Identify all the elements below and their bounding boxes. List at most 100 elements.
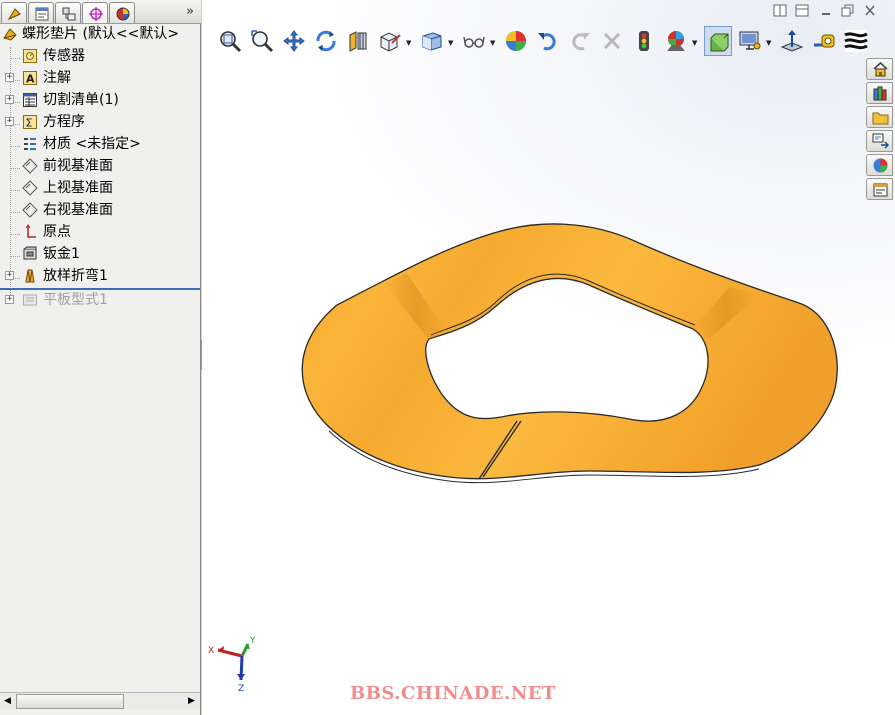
heads-up-view-toolbar: ▼ ▼ ▼ ▼ ▼	[216, 26, 876, 56]
view-orientation-button[interactable]	[376, 26, 404, 56]
panel-tab-bar: »	[0, 0, 201, 24]
display-style-button[interactable]	[418, 26, 446, 56]
tree-item-right-plane[interactable]: 右视基准面	[0, 199, 200, 221]
plane-icon	[22, 202, 38, 218]
measure-button[interactable]	[810, 26, 838, 56]
glasses-icon	[463, 36, 485, 48]
propertymanager-tab[interactable]	[28, 2, 54, 23]
pan-arrows-icon	[283, 30, 305, 52]
expand-toggle[interactable]: +	[5, 73, 14, 82]
tree-item-material[interactable]: 材质 <未指定>	[0, 133, 200, 155]
sheet-metal-icon	[23, 246, 37, 260]
tree-item-top-plane[interactable]: 上视基准面	[0, 177, 200, 199]
dropdown-arrow-icon[interactable]: ▼	[448, 39, 454, 47]
design-library-tab[interactable]	[866, 82, 893, 104]
configurationmanager-tab[interactable]	[55, 2, 81, 23]
expand-toggle[interactable]: +	[5, 117, 14, 126]
dropdown-arrow-icon[interactable]: ▼	[490, 39, 496, 47]
tree-horizontal-scrollbar[interactable]: ◀ ▶	[0, 692, 200, 709]
butterfly-washer-model[interactable]	[289, 215, 841, 487]
zoom-to-fit-button[interactable]	[216, 26, 244, 56]
appearances-tab[interactable]	[866, 154, 893, 176]
monitor-settings-icon	[739, 31, 761, 50]
expand-toggle[interactable]: +	[5, 295, 14, 304]
split-vertical-icon[interactable]	[794, 4, 810, 19]
section-view-button[interactable]	[344, 26, 372, 56]
zoom-to-area-button[interactable]	[248, 26, 276, 56]
svg-text:A: A	[26, 73, 35, 86]
scroll-thumb[interactable]	[16, 694, 124, 709]
tree-item-label: 方程序	[43, 114, 85, 130]
tree-item-label: 右视基准面	[43, 202, 113, 218]
redo-button[interactable]	[566, 26, 594, 56]
tree-item-sheet-metal[interactable]: 钣金1	[0, 243, 200, 265]
traffic-light-button[interactable]	[630, 26, 658, 56]
tree-item-flat-pattern[interactable]: + 平板型式1	[0, 287, 200, 309]
apply-scene-button[interactable]	[662, 26, 690, 56]
dropdown-arrow-icon[interactable]: ▼	[766, 39, 772, 47]
dropdown-arrow-icon[interactable]: ▼	[406, 39, 412, 47]
solidworks-resources-tab[interactable]	[866, 58, 893, 80]
part-icon	[3, 28, 17, 41]
tree-item-annotations[interactable]: + A 注解	[0, 67, 200, 89]
triad-z-label: Z	[238, 684, 244, 694]
rotate-icon	[316, 30, 336, 52]
cancel-button[interactable]	[598, 26, 626, 56]
view-palette-tab[interactable]	[866, 130, 893, 152]
split-horizontal-icon[interactable]	[772, 4, 788, 19]
zoom-area-icon	[251, 30, 274, 53]
document-window-controls	[772, 4, 892, 20]
tree-item-label: 钣金1	[43, 246, 80, 262]
redo-arrow-icon	[572, 33, 590, 51]
zoom-fit-icon	[220, 31, 242, 53]
appearance-icon	[873, 158, 888, 173]
washer-body	[301, 223, 838, 480]
rotate-view-button[interactable]	[312, 26, 340, 56]
zebra-stripes-button[interactable]	[842, 26, 870, 56]
expand-toggle[interactable]: +	[5, 271, 14, 280]
scroll-left-arrow[interactable]: ◀	[0, 694, 15, 709]
tree-item-equations[interactable]: + Σ 方程序	[0, 111, 200, 133]
view-orientation-icon	[380, 32, 401, 52]
dropdown-arrow-icon[interactable]: ▼	[692, 39, 698, 47]
expand-toggle[interactable]: +	[5, 95, 14, 104]
featuremanager-tab[interactable]	[1, 2, 27, 23]
dimxpert-tab[interactable]	[82, 2, 108, 23]
shadows-button[interactable]	[704, 26, 732, 56]
folder-icon	[872, 112, 889, 125]
feature-tree: 蝶形垫片 (默认<<默认> 传感器 + A 注解 + 切割清单(1) + Σ 方…	[0, 25, 200, 691]
tree-item-front-plane[interactable]: 前视基准面	[0, 155, 200, 177]
triad-x-label: X	[208, 646, 214, 656]
minimize-icon[interactable]	[818, 4, 834, 19]
tree-item-label: 材质 <未指定>	[43, 136, 141, 152]
more-tabs-button[interactable]: »	[182, 4, 198, 20]
tree-item-origin[interactable]: 原点	[0, 221, 200, 243]
tree-root-part[interactable]: 蝶形垫片 (默认<<默认>	[0, 25, 200, 45]
tree-item-lofted-bend[interactable]: + 放样折弯1	[0, 265, 200, 287]
cut-list-icon	[23, 93, 37, 107]
tree-item-label: 上视基准面	[43, 180, 113, 196]
traffic-light-icon	[639, 31, 649, 51]
tree-item-sensors[interactable]: 传感器	[0, 45, 200, 67]
close-icon[interactable]	[862, 4, 878, 19]
pan-button[interactable]	[280, 26, 308, 56]
file-explorer-tab[interactable]	[866, 106, 893, 128]
tree-item-cut-list[interactable]: + 切割清单(1)	[0, 89, 200, 111]
plane-icon	[22, 158, 38, 174]
hide-show-items-button[interactable]	[460, 26, 488, 56]
edit-appearance-button[interactable]	[502, 26, 530, 56]
shaded-with-edges-icon	[710, 33, 729, 52]
view-settings-button[interactable]	[736, 26, 764, 56]
normal-to-button[interactable]	[778, 26, 806, 56]
scene-icon	[667, 31, 685, 51]
zebra-stripes-icon	[844, 30, 868, 52]
display-manager-tab[interactable]	[109, 2, 135, 23]
custom-properties-tab[interactable]	[866, 178, 893, 200]
restore-icon[interactable]	[840, 4, 856, 19]
material-icon	[24, 138, 36, 150]
undo-button[interactable]	[534, 26, 562, 56]
custom-properties-icon	[873, 183, 888, 197]
scroll-right-arrow[interactable]: ▶	[184, 694, 199, 709]
graphics-viewport[interactable]: ▼ ▼ ▼ ▼ ▼ X Y Z BBS.CHINADE.NET	[202, 0, 895, 715]
watermark-text: BBS.CHINADE.NET	[350, 683, 556, 704]
